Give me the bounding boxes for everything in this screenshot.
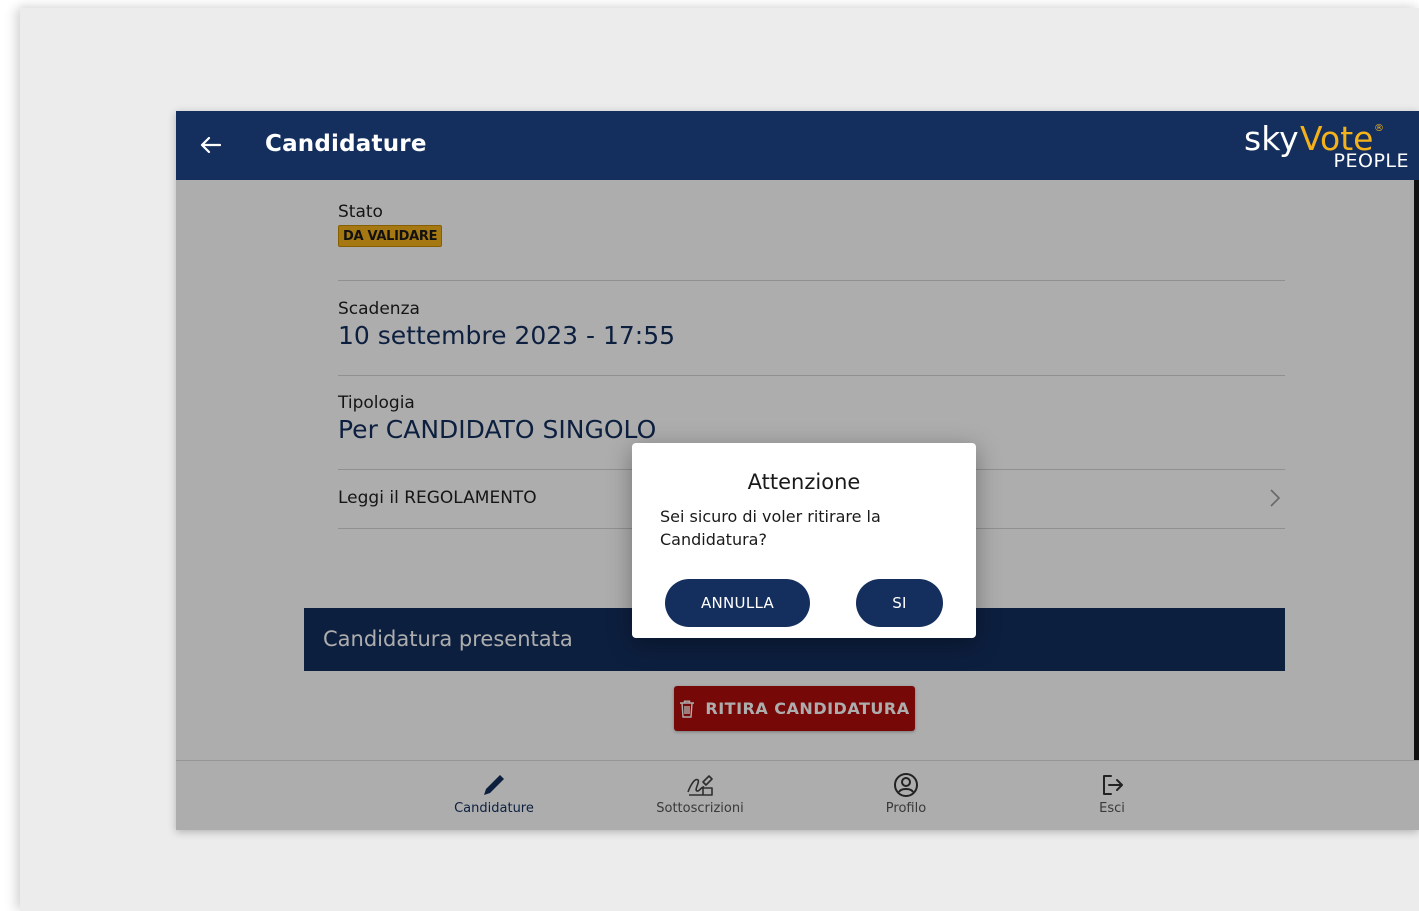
cancel-button[interactable]: ANNULLA bbox=[665, 579, 810, 627]
app-bar: Candidature sky Vote ® PEOPLE bbox=[176, 111, 1419, 180]
dialog-title: Attenzione bbox=[747, 470, 861, 494]
modal-overlay[interactable]: Attenzione Sei sicuro di voler ritirare … bbox=[176, 180, 1419, 830]
back-button[interactable] bbox=[196, 131, 224, 159]
skyvote-logo: sky Vote ® PEOPLE bbox=[1244, 119, 1409, 172]
dialog-message: Sei sicuro di voler ritirare la Candidat… bbox=[660, 507, 881, 549]
page-title: Candidature bbox=[265, 131, 427, 157]
confirm-button[interactable]: SI bbox=[856, 579, 943, 627]
arrow-left-icon bbox=[200, 136, 221, 154]
app-window: Candidature sky Vote ® PEOPLE Stato DA V… bbox=[176, 111, 1419, 830]
confirm-dialog: Attenzione Sei sicuro di voler ritirare … bbox=[632, 443, 976, 638]
